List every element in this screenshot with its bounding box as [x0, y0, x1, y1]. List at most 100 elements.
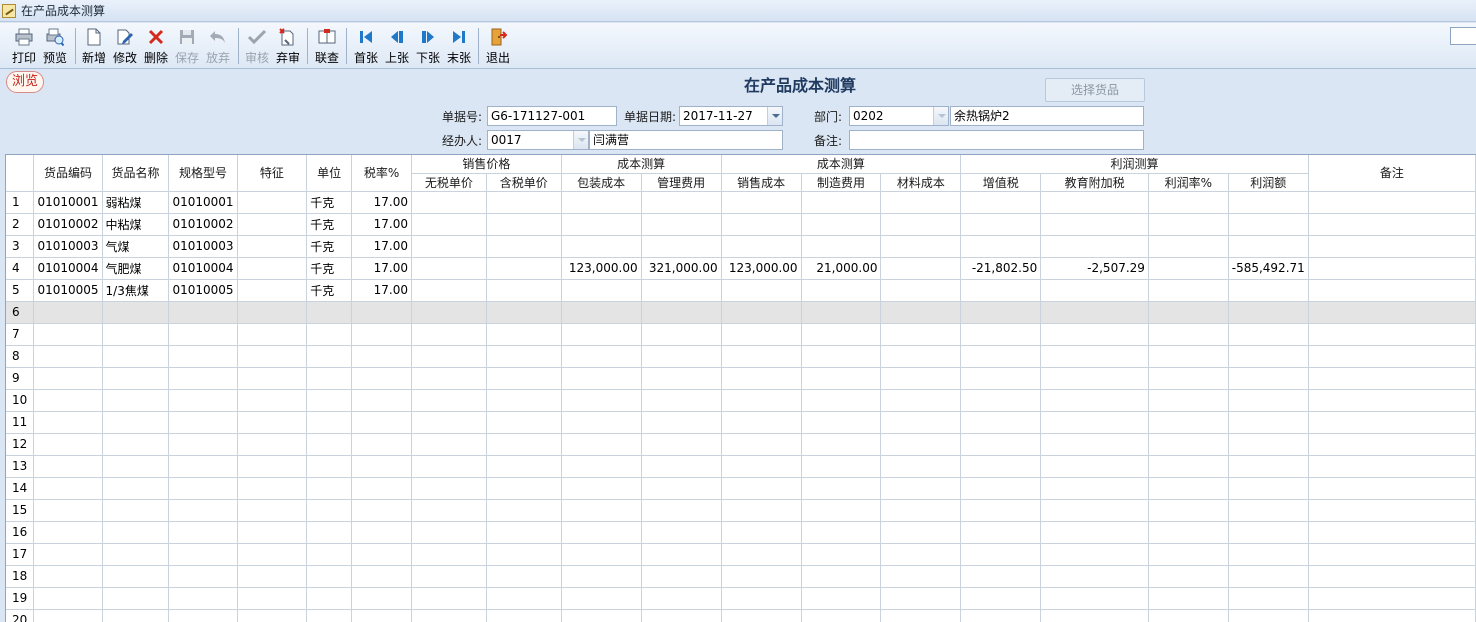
table-cell[interactable] — [306, 609, 353, 622]
table-cell[interactable] — [801, 433, 882, 456]
table-cell[interactable] — [351, 521, 412, 544]
table-cell[interactable] — [411, 389, 487, 412]
table-cell[interactable] — [351, 367, 412, 390]
table-cell[interactable] — [1228, 191, 1309, 214]
table-cell[interactable] — [1040, 477, 1149, 500]
table-cell[interactable] — [306, 389, 353, 412]
table-cell[interactable] — [880, 235, 962, 258]
table-cell[interactable] — [486, 257, 562, 280]
table-row[interactable]: 18 — [6, 565, 1476, 588]
table-cell[interactable] — [237, 499, 308, 522]
table-cell[interactable] — [237, 257, 308, 280]
table-cell[interactable] — [33, 543, 103, 566]
table-cell[interactable] — [486, 499, 562, 522]
table-cell[interactable] — [641, 411, 722, 434]
table-cell[interactable] — [237, 455, 308, 478]
table-cell[interactable] — [721, 411, 802, 434]
table-cell[interactable] — [1228, 477, 1309, 500]
table-cell[interactable] — [411, 213, 487, 236]
table-cell[interactable] — [102, 301, 170, 324]
table-cell[interactable] — [486, 301, 562, 324]
table-cell[interactable] — [641, 433, 722, 456]
table-row[interactable]: 20 — [6, 609, 1476, 622]
table-cell[interactable] — [880, 477, 962, 500]
table-cell[interactable] — [880, 543, 962, 566]
table-cell[interactable] — [561, 323, 642, 346]
table-cell[interactable] — [561, 389, 642, 412]
doc-no-field[interactable]: G6-171127-001 — [487, 106, 617, 126]
table-cell[interactable] — [880, 499, 962, 522]
table-cell[interactable] — [486, 587, 562, 610]
table-cell[interactable]: 01010002 — [168, 213, 238, 236]
table-cell[interactable] — [721, 213, 802, 236]
table-cell[interactable] — [880, 213, 962, 236]
table-cell[interactable] — [641, 389, 722, 412]
table-cell[interactable]: 17.00 — [351, 257, 412, 280]
table-cell[interactable] — [1148, 433, 1229, 456]
table-cell[interactable] — [33, 477, 103, 500]
table-cell[interactable] — [102, 323, 170, 346]
table-cell[interactable] — [237, 587, 308, 610]
table-cell[interactable] — [960, 279, 1042, 302]
table-cell[interactable] — [102, 389, 170, 412]
table-cell[interactable] — [1228, 455, 1309, 478]
table-cell[interactable] — [561, 345, 642, 368]
table-cell[interactable] — [641, 477, 722, 500]
table-row[interactable]: 16 — [6, 521, 1476, 544]
table-cell[interactable] — [102, 345, 170, 368]
table-cell[interactable] — [801, 455, 882, 478]
table-cell[interactable] — [1308, 543, 1476, 566]
table-cell[interactable]: 千克 — [306, 191, 353, 214]
table-cell[interactable] — [641, 191, 722, 214]
table-cell[interactable]: 01010003 — [168, 235, 238, 258]
table-cell[interactable]: 123,000.00 — [721, 257, 802, 280]
table-cell[interactable] — [351, 565, 412, 588]
table-cell[interactable] — [486, 543, 562, 566]
table-cell[interactable] — [411, 499, 487, 522]
table-cell[interactable] — [721, 433, 802, 456]
table-cell[interactable] — [801, 301, 882, 324]
table-row[interactable]: 11 — [6, 411, 1476, 434]
table-cell[interactable] — [880, 587, 962, 610]
table-cell[interactable] — [306, 587, 353, 610]
table-cell[interactable] — [641, 323, 722, 346]
table-cell[interactable]: 千克 — [306, 257, 353, 280]
table-cell[interactable] — [237, 323, 308, 346]
audit-button[interactable]: 审核 — [243, 25, 271, 67]
table-cell[interactable] — [306, 565, 353, 588]
table-cell[interactable] — [33, 521, 103, 544]
table-cell[interactable] — [561, 213, 642, 236]
table-cell[interactable] — [33, 565, 103, 588]
table-cell[interactable] — [33, 609, 103, 622]
table-cell[interactable] — [1228, 235, 1309, 258]
column-header[interactable]: 规格型号 — [168, 155, 238, 192]
table-cell[interactable] — [351, 477, 412, 500]
table-cell[interactable] — [1308, 609, 1476, 622]
table-cell[interactable] — [102, 411, 170, 434]
table-cell[interactable] — [1148, 345, 1229, 368]
table-cell[interactable] — [561, 521, 642, 544]
table-cell[interactable] — [721, 587, 802, 610]
table-cell[interactable] — [102, 455, 170, 478]
table-cell[interactable] — [721, 521, 802, 544]
table-cell[interactable] — [721, 565, 802, 588]
table-cell[interactable] — [880, 301, 962, 324]
table-cell[interactable] — [351, 609, 412, 622]
table-cell[interactable] — [561, 301, 642, 324]
table-cell[interactable] — [801, 345, 882, 368]
table-cell[interactable] — [721, 455, 802, 478]
table-cell[interactable] — [1040, 521, 1149, 544]
table-cell[interactable] — [721, 389, 802, 412]
table-cell[interactable] — [1308, 565, 1476, 588]
table-cell[interactable] — [1228, 609, 1309, 622]
column-header[interactable]: 教育附加税 — [1040, 173, 1149, 192]
table-row[interactable]: 13 — [6, 455, 1476, 478]
table-cell[interactable] — [561, 499, 642, 522]
table-cell[interactable] — [721, 609, 802, 622]
table-cell[interactable] — [960, 565, 1042, 588]
table-cell[interactable] — [880, 455, 962, 478]
table-cell[interactable] — [306, 477, 353, 500]
table-cell[interactable]: -21,802.50 — [960, 257, 1042, 280]
table-cell[interactable] — [1308, 455, 1476, 478]
chevron-down-icon[interactable] — [767, 107, 782, 125]
